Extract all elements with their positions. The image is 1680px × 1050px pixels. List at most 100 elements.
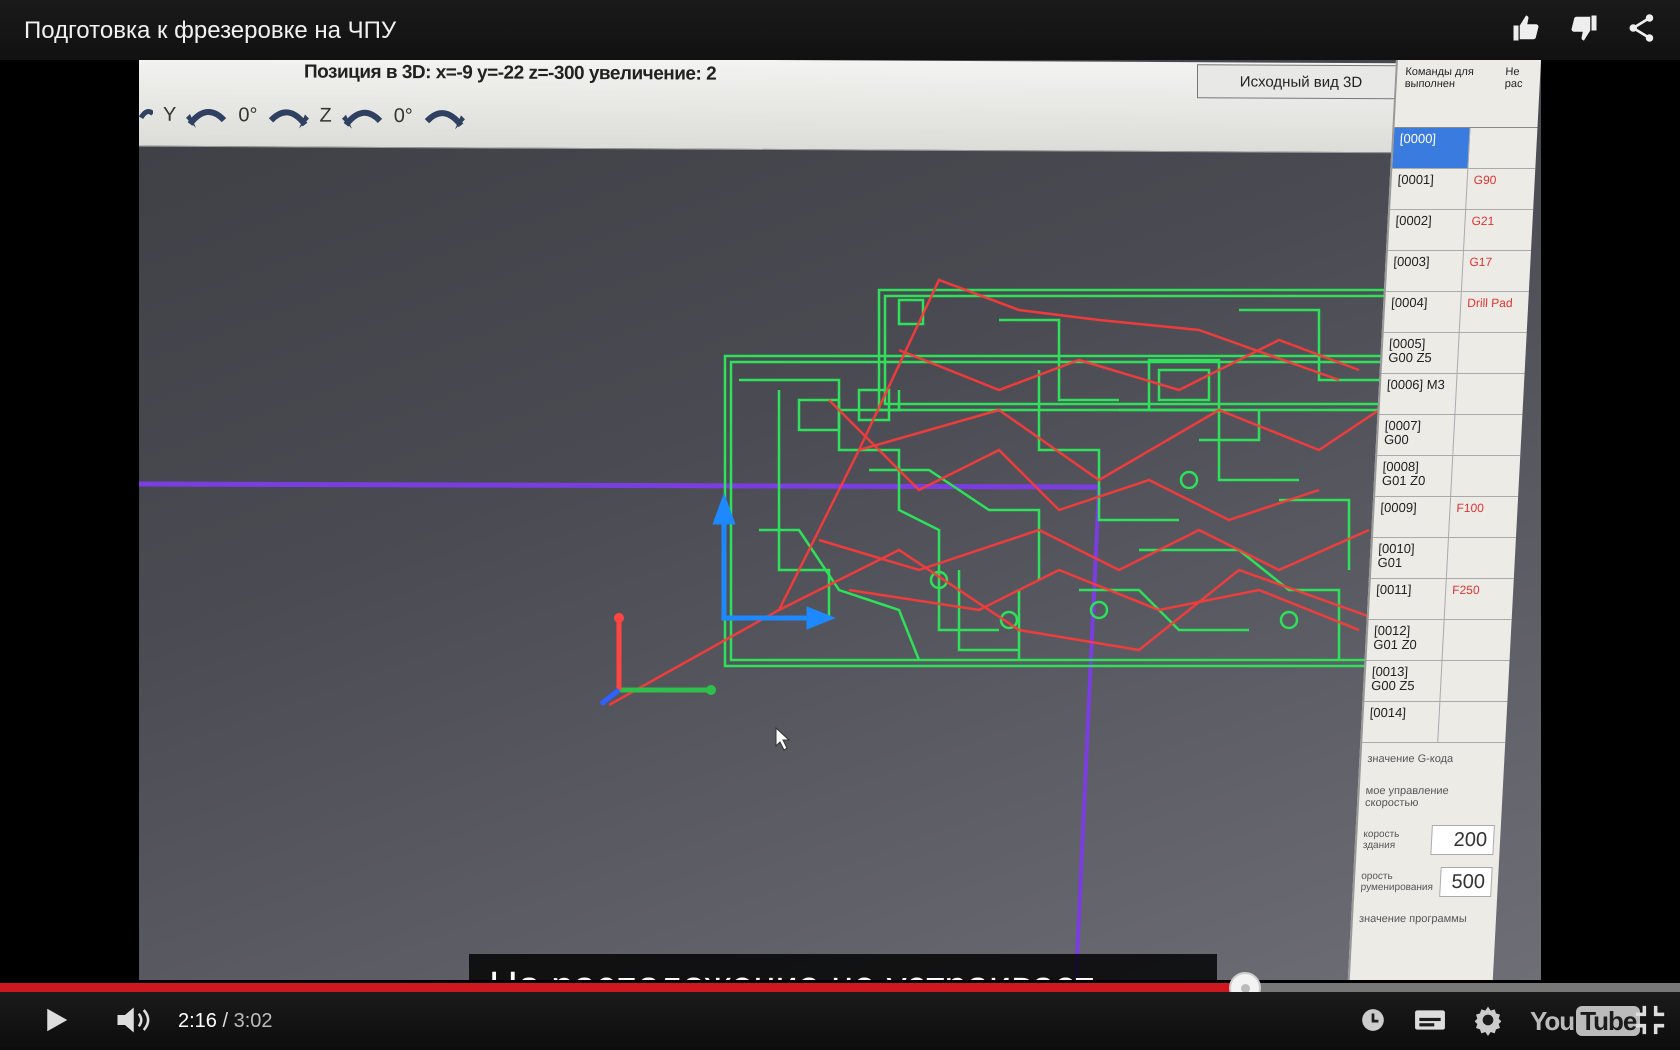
command-row[interactable]: [0008] G01 Z0 <box>1375 456 1521 497</box>
exit-fullscreen-icon <box>1635 1005 1665 1035</box>
command-row[interactable]: [0007] G00 <box>1377 415 1523 456</box>
command-number: [0000] <box>1392 128 1471 168</box>
speed-1-input[interactable]: 200 <box>1429 825 1495 855</box>
command-row[interactable]: [0014] <box>1362 702 1508 743</box>
cnc-app-toolbar: Позиция в 3D: x=-9 y=-22 z=-300 увеличен… <box>139 60 1409 154</box>
axis-gizmo <box>599 613 716 706</box>
speed-control-label: мое управление скоростью <box>1364 785 1450 809</box>
speed-1-label: корость здания <box>1362 829 1400 851</box>
dislike-button[interactable] <box>1566 10 1602 46</box>
gcode-value-label: значение G-кода <box>1367 753 1454 765</box>
command-row[interactable]: [0004] Drill Pad <box>1383 292 1529 333</box>
player-controls: 2:16 / 3:02 You Tube <box>0 992 1680 1050</box>
command-code: F100 <box>1456 501 1485 515</box>
command-row[interactable]: [0010] G01 <box>1370 538 1516 579</box>
position-readout: Позиция в 3D: x=-9 y=-22 z=-300 увеличен… <box>304 61 717 85</box>
rotation-z-value: 0° <box>393 104 413 127</box>
command-code <box>1451 456 1465 496</box>
command-number: [0013] G00 Z5 <box>1364 661 1443 701</box>
status-col-header: Не рас <box>1504 66 1523 90</box>
rotate-right-icon[interactable] <box>267 102 310 129</box>
command-number: [0006] M3 <box>1379 374 1458 414</box>
clock-icon <box>1362 1009 1384 1031</box>
logo-you: You <box>1530 1006 1575 1036</box>
rotation-z-label: Z <box>319 104 332 127</box>
command-number: [0009] <box>1373 497 1452 537</box>
command-row[interactable]: [0001] G90 <box>1390 169 1536 210</box>
rotation-controls: Y 0° Z 0° <box>139 95 465 137</box>
program-value-label: значение программы <box>1358 913 1468 925</box>
rotation-y-label: Y <box>163 103 177 126</box>
captions-button[interactable] <box>1410 1000 1450 1040</box>
rotate-icon <box>139 109 153 120</box>
mouse-cursor-icon <box>775 726 791 751</box>
command-row[interactable]: [0006] M3 <box>1379 374 1525 415</box>
command-number: [0011] <box>1368 579 1447 619</box>
command-row[interactable]: [0013] G00 Z5 <box>1364 661 1510 702</box>
command-code <box>1468 128 1482 168</box>
command-code <box>1455 374 1469 414</box>
exit-fullscreen-button[interactable] <box>1630 1000 1670 1040</box>
command-number: [0003] <box>1385 251 1464 291</box>
commands-col-header: Команды для выполнен <box>1404 66 1475 90</box>
command-row[interactable]: [0000] <box>1392 128 1538 169</box>
commands-header: Команды для выполнен Не рас <box>1394 60 1541 128</box>
progress-bar[interactable] <box>0 972 1680 1004</box>
time-display: 2:16 / 3:02 <box>178 1010 273 1033</box>
command-row[interactable]: [0009] F100 <box>1372 497 1519 538</box>
rotate-left-icon[interactable] <box>186 102 228 128</box>
command-number: [0014] <box>1362 702 1441 742</box>
command-code <box>1453 415 1467 455</box>
thumbs-down-icon <box>1571 15 1597 41</box>
command-number: [0005] G00 Z5 <box>1381 333 1460 373</box>
time-separator: / <box>216 1010 234 1032</box>
play-button[interactable] <box>34 1000 78 1040</box>
command-row[interactable]: [0012] G01 Z0 <box>1366 620 1512 661</box>
command-row[interactable]: [0003] G17 <box>1385 251 1531 292</box>
youtube-logo[interactable]: You Tube <box>1530 1006 1641 1037</box>
share-icon <box>1629 14 1654 42</box>
volume-button[interactable] <box>112 1000 158 1040</box>
3d-viewport[interactable] <box>139 150 1401 980</box>
command-number: [0007] G00 <box>1377 415 1456 455</box>
speed-row-1: корость здания 200 <box>1356 819 1501 861</box>
command-row[interactable]: [0005] G00 Z5 <box>1381 333 1527 374</box>
speed-row-2: орость руменирования 500 <box>1354 861 1499 903</box>
command-number: [0002] <box>1388 210 1467 250</box>
rotation-y-value: 0° <box>238 103 258 126</box>
command-number: [0004] <box>1383 292 1462 332</box>
speed-2-input[interactable]: 500 <box>1438 867 1493 897</box>
command-code <box>1458 333 1472 373</box>
like-button[interactable] <box>1508 10 1544 46</box>
thumbs-up-icon <box>1513 15 1539 41</box>
command-number: [0008] G01 Z0 <box>1375 456 1454 496</box>
command-row[interactable]: [0002] G21 <box>1387 210 1534 251</box>
command-row[interactable]: [0011] F250 <box>1368 579 1514 620</box>
command-list[interactable]: [0000] [0001] G90 [0002] G21 [0003] G17 [0004] D… <box>1362 128 1538 743</box>
command-number: [0001] <box>1390 169 1469 209</box>
title-bar: Подготовка к фрезеровке на ЧПУ <box>0 0 1680 60</box>
watch-later-button[interactable] <box>1354 1000 1392 1040</box>
command-code <box>1440 661 1454 701</box>
duration: 3:02 <box>233 1010 273 1032</box>
command-code: F250 <box>1451 583 1480 597</box>
play-icon <box>47 1008 68 1032</box>
command-code: G90 <box>1473 173 1497 187</box>
filmed-monitor: Позиция в 3D: x=-9 y=-22 z=-300 увеличен… <box>139 60 1541 980</box>
volume-icon <box>117 1007 150 1033</box>
reset-3d-view-button[interactable]: Исходный вид 3D <box>1197 64 1405 100</box>
command-number: [0010] G01 <box>1370 538 1449 578</box>
settings-button[interactable] <box>1468 1000 1508 1040</box>
command-code <box>1447 538 1461 578</box>
video-title[interactable]: Подготовка к фрезеровке на ЧПУ <box>24 17 396 45</box>
rotate-right-icon[interactable] <box>423 103 465 130</box>
command-code: Drill Pad <box>1466 296 1513 310</box>
command-code: G21 <box>1471 214 1495 228</box>
video-frame[interactable]: Позиция в 3D: x=-9 y=-22 z=-300 увеличен… <box>0 60 1680 980</box>
subtitle-caption: Но расположение не устраивает... <box>469 954 1217 980</box>
top-actions <box>1508 10 1660 46</box>
speed-2-label: орость руменирования <box>1360 871 1434 893</box>
share-button[interactable] <box>1624 10 1660 46</box>
rotate-left-icon[interactable] <box>341 103 384 129</box>
command-code: G17 <box>1469 255 1493 269</box>
